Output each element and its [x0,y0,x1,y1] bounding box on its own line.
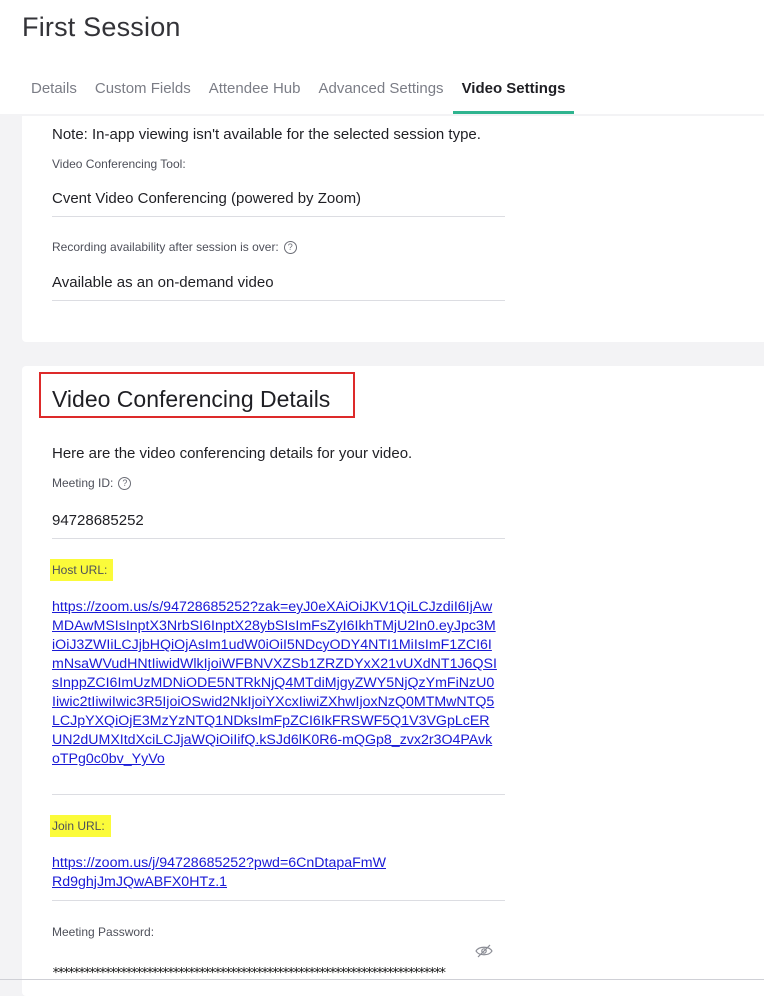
meeting-password-value: ****************************************… [52,966,447,978]
tab-custom-fields[interactable]: Custom Fields [86,66,200,111]
join-url-label: Join URL: [50,815,111,837]
recording-value: Available as an on-demand video [52,274,274,291]
section-title-box: Video Conferencing Details [39,372,355,418]
tab-attendee-hub[interactable]: Attendee Hub [200,66,310,111]
divider [52,300,505,301]
video-settings-card: Note: In-app viewing isn't available for… [22,116,764,342]
tab-video-settings[interactable]: Video Settings [452,66,575,114]
page-header: First Session Details Custom Fields Atte… [0,0,764,114]
tab-details[interactable]: Details [22,66,86,111]
divider [52,216,505,217]
meeting-password-label: Meeting Password: [52,925,155,939]
divider [52,794,505,795]
tool-value: Cvent Video Conferencing (powered by Zoo… [52,190,362,207]
host-url-link[interactable]: https://zoom.us/s/94728685252?zak=eyJ0eX… [52,598,498,769]
join-url-link[interactable]: https://zoom.us/j/94728685252?pwd=6CnDta… [52,854,392,892]
help-circle-icon[interactable]: ? [118,477,132,490]
recording-label-text: Recording availability after session is … [52,240,279,254]
section-title: Video Conferencing Details [52,386,331,412]
divider [0,979,764,980]
tool-label: Video Conferencing Tool: [52,157,186,171]
tab-bar: Details Custom Fields Attendee Hub Advan… [22,66,575,114]
meeting-password-field[interactable]: ****************************************… [52,964,507,978]
conferencing-intro: Here are the video conferencing details … [52,445,413,462]
page-title: First Session [22,12,181,42]
video-conferencing-details-card: Video Conferencing Details Here are the … [22,366,764,996]
host-url-label: Host URL: [50,559,114,581]
meeting-id-label: Meeting ID:? [52,476,132,490]
in-app-viewing-note: Note: In-app viewing isn't available for… [52,126,481,143]
divider [52,900,505,901]
divider [52,538,505,539]
host-url-label-text: Host URL: [50,559,114,581]
eye-off-icon[interactable] [475,944,493,958]
help-circle-icon[interactable]: ? [283,241,297,254]
meeting-id-value: 94728685252 [52,512,144,529]
tab-advanced-settings[interactable]: Advanced Settings [309,66,452,111]
meeting-id-label-text: Meeting ID: [52,476,114,490]
recording-label: Recording availability after session is … [52,240,297,254]
join-url-label-text: Join URL: [50,815,111,837]
